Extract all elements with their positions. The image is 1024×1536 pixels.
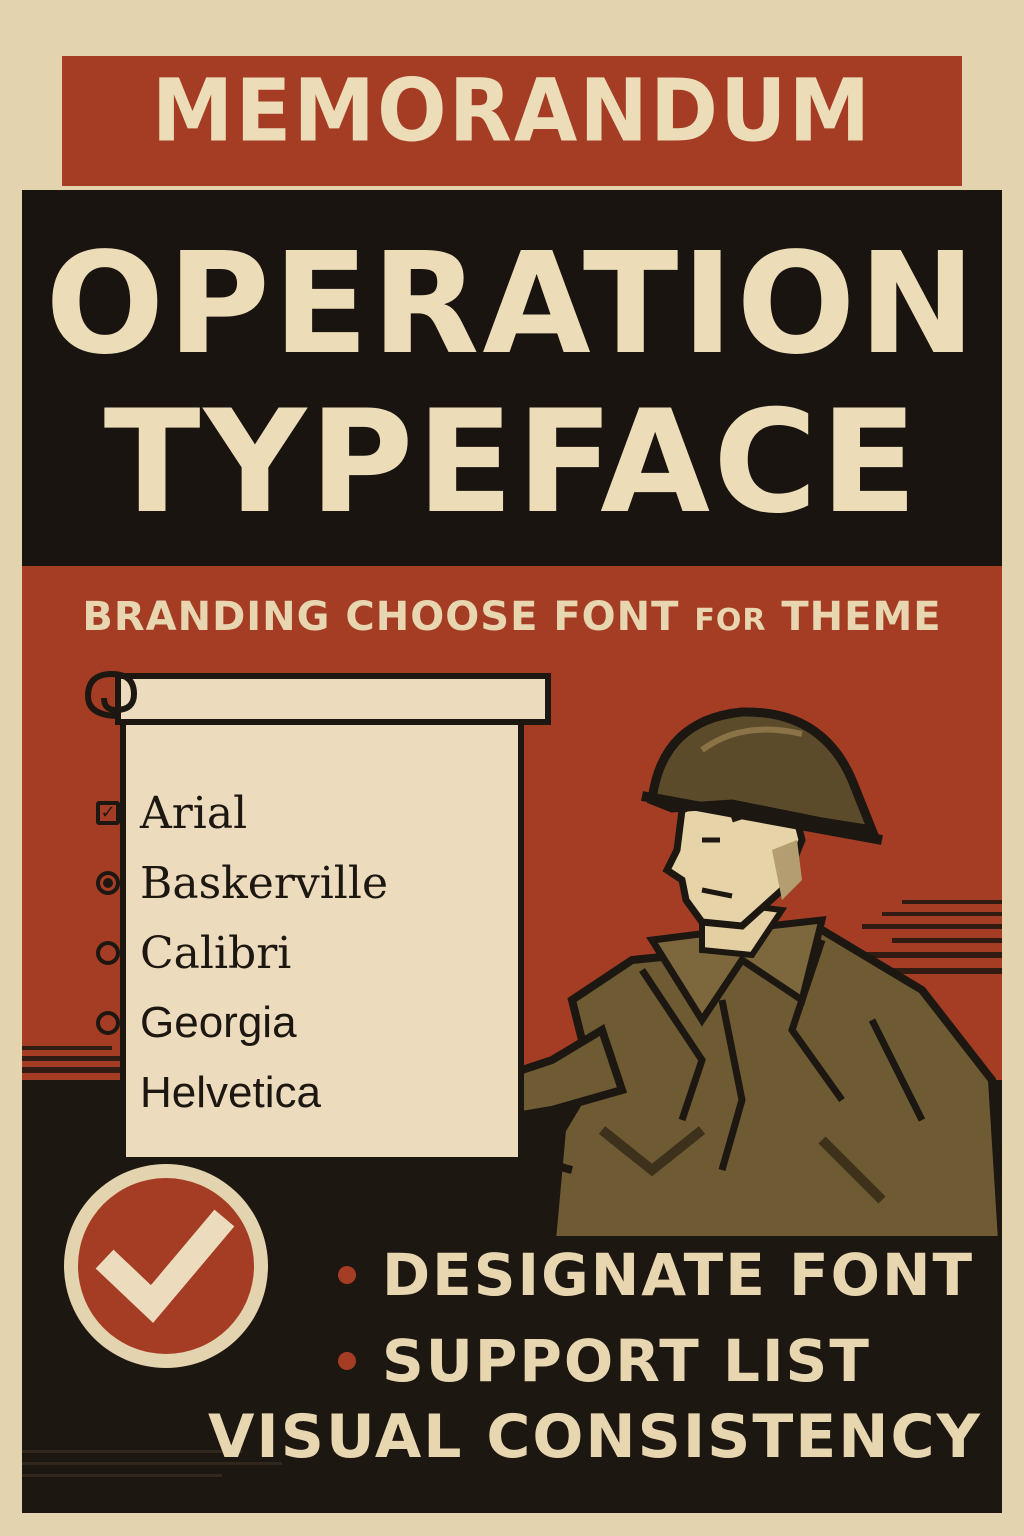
font-option-georgia[interactable]: Georgia bbox=[96, 988, 476, 1058]
font-option-arial[interactable]: ✓ Arial bbox=[96, 778, 476, 848]
subtitle-part3: THEME bbox=[781, 594, 942, 640]
font-options-list: ✓ Arial Baskerville Calibri Georgia Helv… bbox=[96, 778, 476, 1128]
bullet-list: DESIGNATE FONT SUPPORT LIST bbox=[292, 1232, 992, 1404]
radio-unselected-icon[interactable] bbox=[96, 941, 120, 965]
poster: MEMORANDUM OPERATION TYPEFACE BRANDING C… bbox=[0, 0, 1024, 1536]
operation-title-line2: TYPEFACE bbox=[103, 380, 921, 545]
bullet-label: SUPPORT LIST bbox=[382, 1327, 871, 1395]
radio-selected-icon[interactable] bbox=[96, 871, 120, 895]
subtitle: BRANDING CHOOSE FONT FOR THEME bbox=[22, 594, 1002, 640]
bullet-dot-icon bbox=[338, 1266, 356, 1284]
font-option-label: Baskerville bbox=[140, 857, 388, 909]
font-option-label: Arial bbox=[140, 787, 248, 839]
memo-title: MEMORANDUM bbox=[151, 61, 873, 162]
font-option-label: Helvetica bbox=[140, 1068, 321, 1117]
bullet-dot-icon bbox=[338, 1352, 356, 1370]
bullet-label: DESIGNATE FONT bbox=[382, 1241, 975, 1309]
bullet-item: DESIGNATE FONT bbox=[292, 1232, 992, 1318]
font-option-helvetica[interactable]: Helvetica bbox=[96, 1058, 476, 1128]
font-option-label: Calibri bbox=[140, 927, 292, 979]
font-option-baskerville[interactable]: Baskerville bbox=[96, 848, 476, 918]
checkbox-checked-icon[interactable]: ✓ bbox=[96, 801, 120, 825]
check-badge-icon bbox=[64, 1164, 268, 1368]
font-option-calibri[interactable]: Calibri bbox=[96, 918, 476, 988]
radio-unselected-icon[interactable] bbox=[96, 1011, 120, 1035]
bullet-item: SUPPORT LIST bbox=[292, 1318, 992, 1404]
subtitle-part1: BRANDING CHOOSE FONT bbox=[82, 594, 680, 640]
subtitle-part2: FOR bbox=[694, 603, 767, 638]
poster-frame: MEMORANDUM OPERATION TYPEFACE BRANDING C… bbox=[22, 20, 1002, 1513]
font-option-label: Georgia bbox=[140, 998, 297, 1047]
operation-title-line1: OPERATION bbox=[45, 223, 979, 386]
closing-statement: VISUAL CONSISTENCY bbox=[207, 1402, 982, 1472]
radio-unselected-icon[interactable] bbox=[96, 1081, 120, 1105]
scroll-icon bbox=[84, 670, 551, 725]
